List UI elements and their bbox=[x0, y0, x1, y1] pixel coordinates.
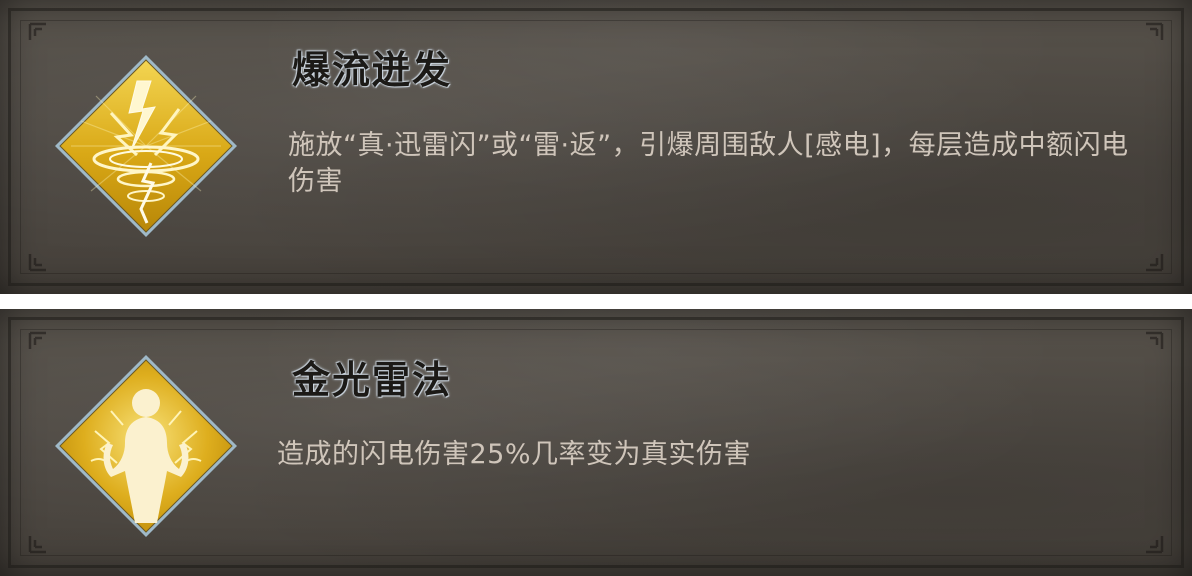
skill-title: 爆流迸发 bbox=[292, 47, 453, 92]
skill-description: 施放“真·迅雷闪”或“雷·返”，引爆周围敌人[感电]，每层造成中额闪电伤害 bbox=[288, 130, 1129, 197]
corner-ornament-icon bbox=[28, 246, 54, 272]
corner-ornament-icon bbox=[1138, 528, 1164, 554]
skill-description: 造成的闪电伤害25%几率变为真实伤害 bbox=[277, 439, 752, 470]
skill-title: 金光雷法 bbox=[292, 357, 453, 402]
lightning-vortex-icon bbox=[51, 51, 241, 241]
golden-light-figure-icon bbox=[51, 351, 241, 541]
skill-card-1[interactable]: 爆流迸发 施放“真·迅雷闪”或“雷·返”，引爆周围敌人[感电]，每层造成中额闪电… bbox=[0, 0, 1192, 294]
skill-card-2[interactable]: 金光雷法 造成的闪电伤害25%几率变为真实伤害 bbox=[0, 309, 1192, 576]
corner-ornament-icon bbox=[28, 22, 54, 48]
corner-ornament-icon bbox=[1138, 22, 1164, 48]
corner-ornament-icon bbox=[1138, 331, 1164, 357]
corner-ornament-icon bbox=[1138, 246, 1164, 272]
